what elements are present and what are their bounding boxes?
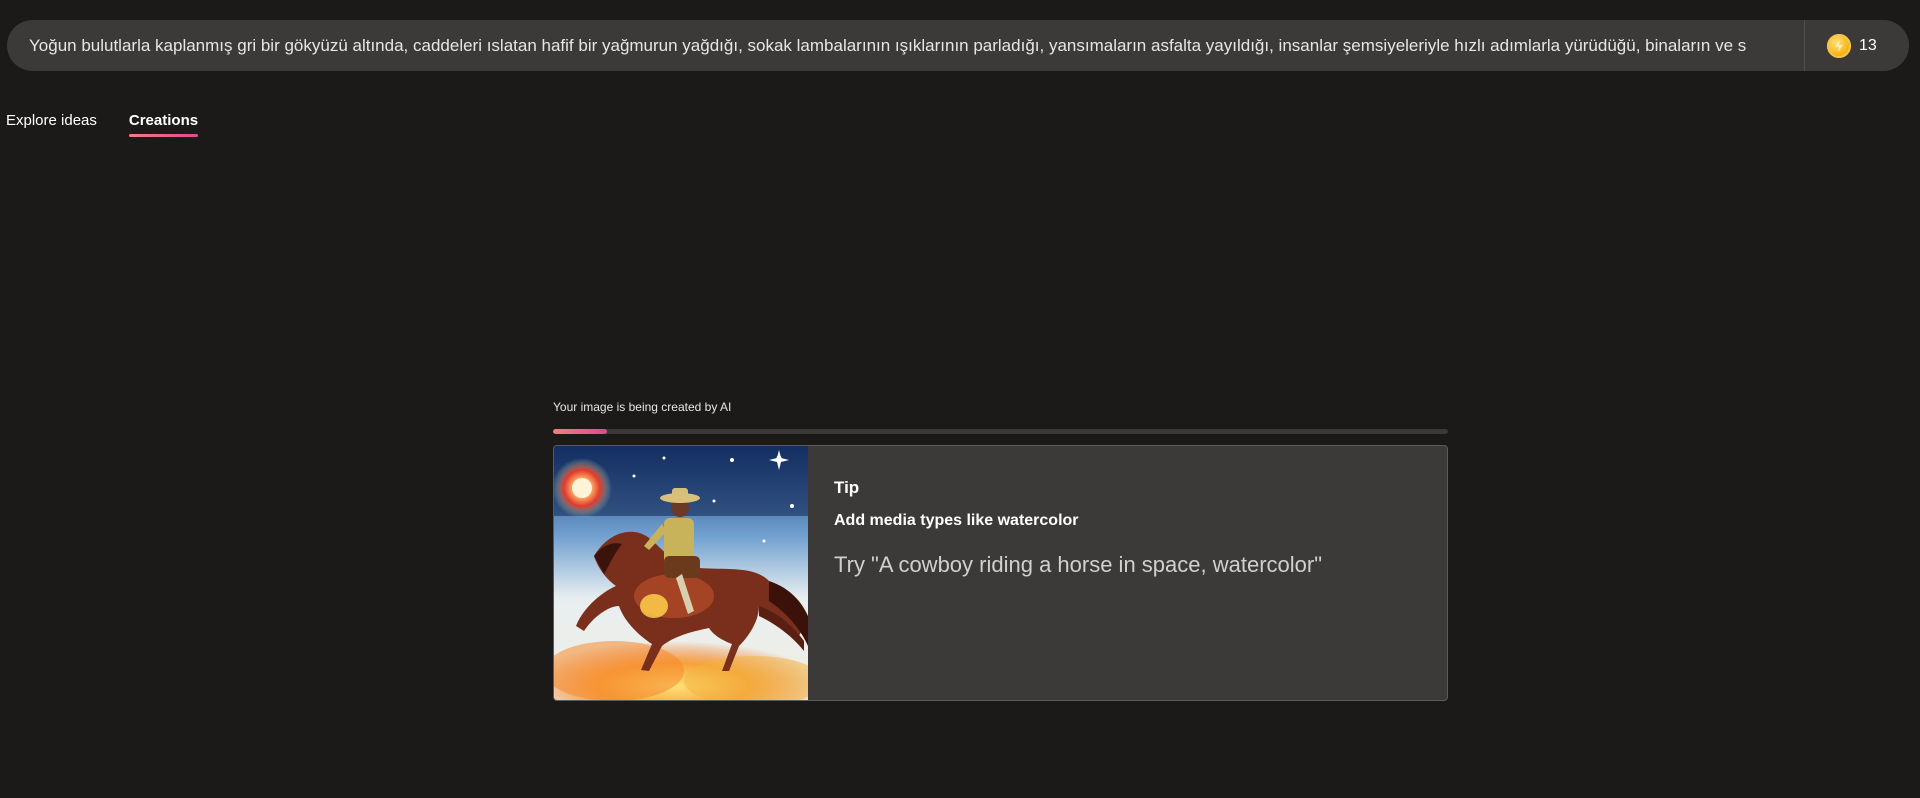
- page: 13 Explore ideas Creations Your image is…: [0, 0, 1920, 798]
- tip-body: Tip Add media types like watercolor Try …: [808, 446, 1322, 700]
- progress-bar-fill: [553, 429, 607, 434]
- tab-bar: Explore ideas Creations: [6, 112, 199, 137]
- tip-subtitle: Add media types like watercolor: [834, 512, 1079, 529]
- generation-status-text: Your image is being created by AI: [553, 400, 732, 414]
- progress-bar: [553, 429, 1448, 434]
- tab-explore-ideas[interactable]: Explore ideas: [6, 112, 97, 137]
- cowboy-horse-space-watercolor-image: [554, 446, 808, 700]
- coin-icon: [1827, 33, 1851, 58]
- credit-count: 13: [1859, 36, 1877, 54]
- tip-example-prompt: Try "A cowboy riding a horse in space, w…: [834, 552, 1323, 577]
- credits-button[interactable]: 13: [1805, 33, 1909, 58]
- tip-heading: Tip: [834, 478, 860, 497]
- prompt-bar: 13: [7, 20, 1909, 71]
- prompt-input[interactable]: [7, 20, 1758, 71]
- tab-creations[interactable]: Creations: [128, 112, 199, 137]
- tip-card: Tip Add media types like watercolor Try …: [553, 445, 1448, 701]
